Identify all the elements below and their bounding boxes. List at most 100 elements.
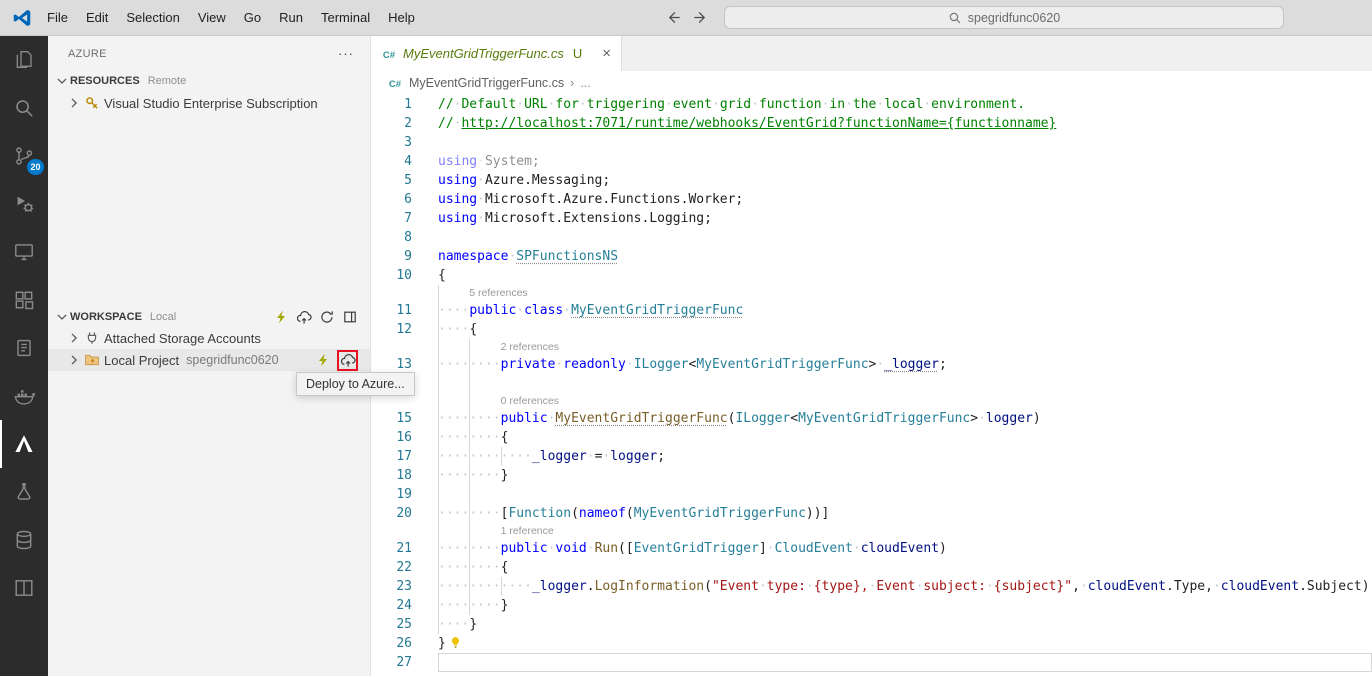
explorer-icon (12, 48, 36, 72)
breadcrumb-file[interactable]: MyEventGridTriggerFunc.cs (409, 76, 564, 90)
back-arrow-icon[interactable] (660, 4, 687, 31)
codelens-references[interactable]: 2 references (371, 339, 1372, 355)
more-actions-icon[interactable]: ··· (338, 46, 354, 61)
code-line-1[interactable]: 1//·Default·URL·for·triggering·event·gri… (371, 95, 1372, 114)
activity-item-extensions[interactable] (0, 276, 48, 324)
code-line-5[interactable]: 5 using·Azure.Messaging; (371, 171, 1372, 190)
code-line-18[interactable]: 18 ········} (371, 466, 1372, 485)
refresh-icon[interactable] (318, 308, 336, 326)
attached-storage-label: Attached Storage Accounts (104, 330, 261, 346)
code-line-11[interactable]: 11 ····public·class·MyEventGridTriggerFun… (371, 301, 1372, 320)
chevron-right-icon[interactable] (66, 352, 82, 368)
create-function-icon[interactable] (314, 351, 332, 369)
title-bar: File Edit Selection View Go Run Terminal Help s… (0, 0, 1372, 36)
tree-item-local-project[interactable]: Local Project spegridfunc0620 (48, 349, 370, 371)
tree-item-subscription[interactable]: Visual Studio Enterprise Subscription (48, 92, 370, 114)
code-line-21[interactable]: 21 ········public·void·Run([EventGridTrig… (371, 539, 1372, 558)
line-number: 18 (396, 468, 412, 483)
project-actions (314, 349, 370, 371)
code-line-6[interactable]: 6 using·Microsoft.Azure.Functions.Worker; (371, 190, 1372, 209)
chevron-right-icon[interactable] (66, 330, 82, 346)
menu-terminal[interactable]: Terminal (312, 1, 379, 35)
line-number: 7 (404, 211, 412, 226)
sidebar-title: AZURE (68, 47, 107, 60)
activity-item-remote-explorer[interactable] (0, 228, 48, 276)
create-function-icon[interactable] (272, 308, 290, 326)
activity-item-docker[interactable] (0, 372, 48, 420)
sidebar-azure: AZURE ··· RESOURCES Remote Visual Studio… (48, 36, 371, 676)
command-center-search[interactable]: spegridfunc0620 (724, 6, 1284, 29)
close-icon[interactable]: × (602, 46, 611, 61)
code-line-27[interactable]: 27 (371, 653, 1372, 672)
workspace-section-header[interactable]: WORKSPACE Local (48, 306, 370, 328)
code-line-26[interactable]: 26} (371, 634, 1372, 653)
codelens-references[interactable]: 0 references (371, 393, 1372, 409)
activity-item-source-control[interactable]: 20 (0, 132, 48, 180)
code-line-23[interactable]: 23 ············_logger.LogInformation("Ev… (371, 577, 1372, 596)
forward-arrow-icon[interactable] (687, 4, 714, 31)
activity-item-search[interactable] (0, 84, 48, 132)
codelens-references[interactable]: 1 reference (371, 523, 1372, 539)
activity-item-azure[interactable] (0, 420, 48, 468)
code-line-4[interactable]: 4 using·System; (371, 152, 1372, 171)
menu-view[interactable]: View (189, 1, 235, 35)
code-line-25[interactable]: 25 ····} (371, 615, 1372, 634)
code-line-17[interactable]: 17 ············_logger·=·logger; (371, 447, 1372, 466)
tree-item-attached-storage[interactable]: Attached Storage Accounts (48, 327, 370, 349)
code-line-22[interactable]: 22 ········{ (371, 558, 1372, 577)
line-number: 19 (396, 487, 412, 502)
line-number: 15 (396, 411, 412, 426)
code-line-10[interactable]: 10{ (371, 266, 1372, 285)
line-number: 27 (396, 655, 412, 670)
line-number: 22 (396, 560, 412, 575)
code-line-20[interactable]: 20 ········[Function(nameof(MyEventGridTr… (371, 504, 1372, 523)
activity-item-azure-account[interactable] (0, 324, 48, 372)
breadcrumb[interactable]: C# MyEventGridTriggerFunc.cs › ... (371, 71, 1372, 95)
local-project-name: spegridfunc0620 (186, 353, 279, 367)
menu-run[interactable]: Run (270, 1, 312, 35)
deploy-icon[interactable] (337, 349, 358, 371)
menu-file[interactable]: File (38, 1, 77, 35)
code-line-15[interactable]: 15 ········public·MyEventGridTriggerFunc(… (371, 409, 1372, 428)
chevron-right-icon[interactable] (66, 95, 82, 111)
code-line-8[interactable]: 8 (371, 228, 1372, 247)
code-line-24[interactable]: 24 ········} (371, 596, 1372, 615)
code-line-9[interactable]: 9 namespace·SPFunctionsNS (371, 247, 1372, 266)
code-line-16[interactable]: 16 ········{ (371, 428, 1372, 447)
line-number: 12 (396, 322, 412, 337)
tab-myeventgridtriggerfunc[interactable]: C# MyEventGridTriggerFunc.cs U × (371, 36, 623, 71)
lightbulb-icon[interactable] (449, 636, 463, 650)
tab-bar: C# MyEventGridTriggerFunc.cs U × (371, 36, 1372, 71)
line-number: 24 (396, 598, 412, 613)
activity-item-run-debug[interactable] (0, 180, 48, 228)
resources-section-header[interactable]: RESOURCES Remote (48, 70, 370, 92)
csharp-file-icon: C# (381, 46, 397, 62)
database-icon (12, 528, 36, 552)
menu-selection[interactable]: Selection (117, 1, 188, 35)
deploy-icon[interactable] (295, 308, 313, 326)
code-line-2[interactable]: 2//·http://localhost:7071/runtime/webhoo… (371, 114, 1372, 133)
code-editor[interactable]: 1//·Default·URL·for·triggering·event·gri… (371, 95, 1372, 672)
azure-account-icon (12, 336, 36, 360)
code-line-3[interactable]: 3 (371, 133, 1372, 152)
codelens-references[interactable]: 5 references (371, 285, 1372, 301)
code-line-14[interactable]: 14 (371, 374, 1372, 393)
line-number: 26 (396, 636, 412, 651)
azure-icon (12, 432, 36, 456)
breadcrumb-more[interactable]: ... (580, 76, 590, 90)
activity-item-database[interactable] (0, 516, 48, 564)
menu-go[interactable]: Go (235, 1, 270, 35)
tooltip-deploy-to-azure: Deploy to Azure... (296, 372, 415, 396)
new-window-icon[interactable] (341, 308, 359, 326)
plug-icon (84, 330, 100, 346)
code-line-13[interactable]: 13 ········private·readonly·ILogger<MyEve… (371, 355, 1372, 374)
menu-edit[interactable]: Edit (77, 1, 117, 35)
menu-help[interactable]: Help (379, 1, 424, 35)
activity-item-explorer[interactable] (0, 36, 48, 84)
activity-item-split-editor[interactable] (0, 564, 48, 612)
code-line-19[interactable]: 19 (371, 485, 1372, 504)
code-line-12[interactable]: 12 ····{ (371, 320, 1372, 339)
line-number: 11 (396, 303, 412, 318)
activity-item-azure-functions[interactable] (0, 468, 48, 516)
code-line-7[interactable]: 7 using·Microsoft.Extensions.Logging; (371, 209, 1372, 228)
